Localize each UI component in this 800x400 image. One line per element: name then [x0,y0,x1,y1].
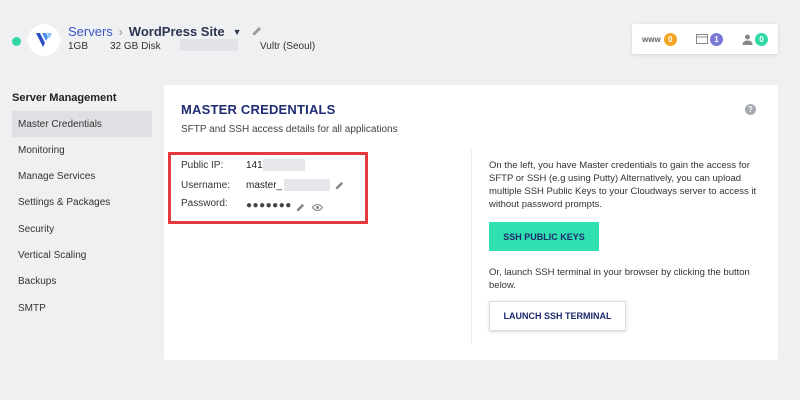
server-switcher-caret-icon[interactable]: ▼ [233,27,242,37]
server-status-indicator [12,37,21,46]
www-counter[interactable]: www 0 [642,24,677,54]
password-value: ●●●●●●● [246,200,292,211]
users-counter[interactable]: 0 [742,24,768,54]
sidebar-item-monitoring[interactable]: Monitoring [12,137,152,163]
users-count-badge: 0 [755,32,768,46]
show-password-eye-icon[interactable] [312,203,323,212]
help-icon[interactable]: ? [745,104,756,115]
sidebar-item-backups[interactable]: Backups [12,268,152,294]
breadcrumb-servers-link[interactable]: Servers [68,24,113,39]
server-disk: 32 GB Disk [110,41,161,52]
www-count-badge: 0 [663,32,677,46]
ssh-public-keys-button[interactable]: SSH PUBLIC KEYS [489,222,599,251]
public-ip-label: Public IP: [181,160,224,171]
edit-password-icon[interactable] [296,203,305,212]
public-ip-redacted [263,159,305,171]
edit-username-icon[interactable] [335,181,344,190]
sidebar-item-vertical-scaling[interactable]: Vertical Scaling [12,242,152,268]
public-ip-value: 141 [246,160,263,171]
sidebar-item-security[interactable]: Security [12,216,152,242]
server-name: WordPress Site [128,24,225,39]
sidebar-item-smtp[interactable]: SMTP [12,295,152,321]
breadcrumb: Servers › WordPress Site ▼ [68,24,262,39]
username-redacted [284,179,330,191]
sidebar-item-settings-packages[interactable]: Settings & Packages [12,189,152,215]
server-counters: www 0 1 0 [632,24,778,54]
card-subtitle: SFTP and SSH access details for all appl… [181,124,398,135]
launch-ssh-terminal-button[interactable]: LAUNCH SSH TERMINAL [489,301,626,331]
password-label: Password: [181,198,228,209]
user-icon [742,34,753,45]
ssh-terminal-info-text: Or, launch SSH terminal in your browser … [489,267,750,291]
sidebar-title: Server Management [12,92,117,104]
username-label: Username: [181,180,230,191]
card-divider [471,149,472,344]
www-icon: www [642,34,661,44]
ssh-info-text: On the left, you have Master credentials… [489,160,757,210]
sidebar-item-master-credentials[interactable]: Master Credentials [12,111,152,137]
server-provider: Vultr (Seoul) [260,41,316,52]
breadcrumb-separator: › [118,24,123,39]
sidebar-item-manage-services[interactable]: Manage Services [12,163,152,189]
card-title: MASTER CREDENTIALS [181,102,336,117]
edit-server-name-icon[interactable] [252,24,262,39]
master-credentials-card: MASTER CREDENTIALS SFTP and SSH access d… [164,85,778,360]
server-header: Servers › WordPress Site ▼ 1GB 32 GB Dis… [0,0,800,68]
vultr-logo-icon [28,24,60,56]
apps-count-badge: 1 [710,32,723,46]
apps-counter[interactable]: 1 [696,24,723,54]
server-ip-redacted [180,39,238,51]
server-ram: 1GB [68,41,89,52]
username-value: master_ [246,180,283,191]
window-icon [696,34,708,44]
